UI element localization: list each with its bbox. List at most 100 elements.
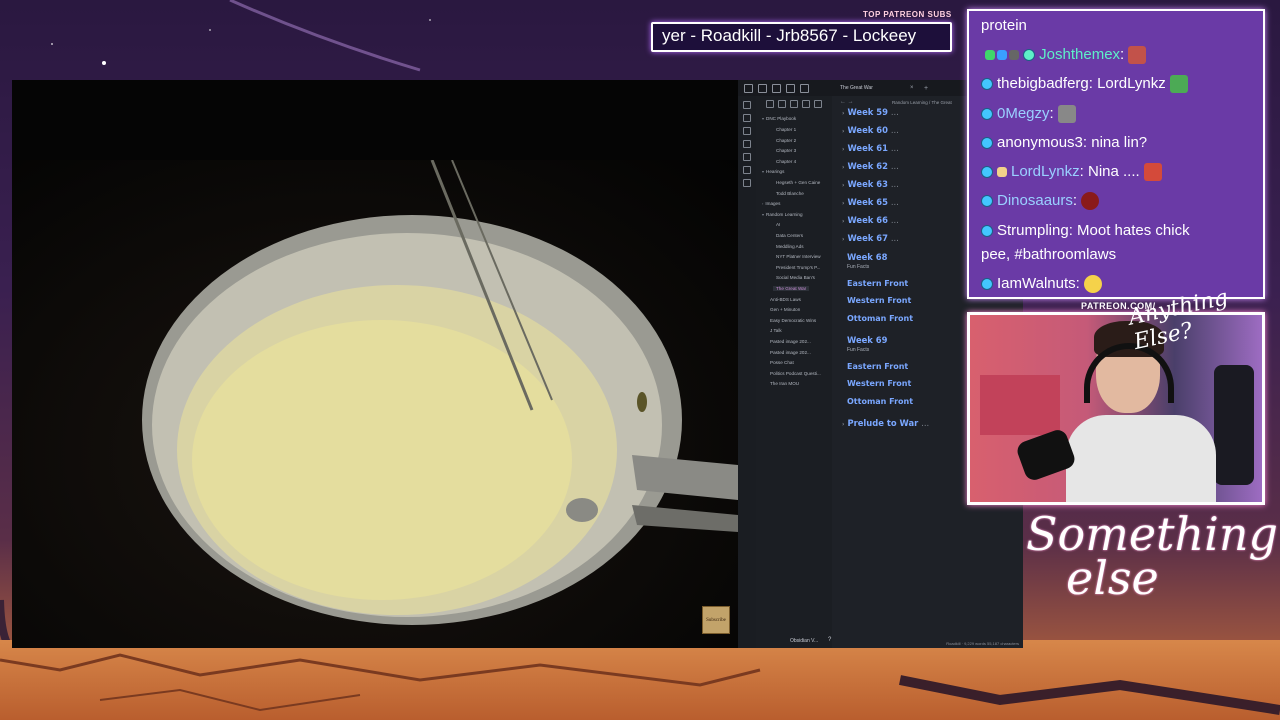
tree-item[interactable]: ▾ DNC Playbook — [762, 116, 796, 121]
chat-text: Moot hates chick — [1072, 222, 1190, 239]
help-icon[interactable]: ? — [828, 637, 831, 643]
tree-item[interactable]: The Iran MOU — [770, 381, 799, 386]
tree-label: DNC Playbook — [766, 116, 797, 121]
tree-item[interactable]: Chapter 3 — [776, 148, 796, 153]
badge-icon — [1009, 50, 1019, 61]
chat-text: pee, #bathroomlaws — [981, 246, 1117, 263]
chevron-right-icon: › — [762, 201, 764, 206]
open-quick-switcher-icon[interactable] — [743, 101, 751, 109]
tree-item[interactable]: Easy Democratic Wins — [770, 318, 816, 323]
tree-item[interactable]: ▾ Hearings — [762, 169, 784, 174]
heading-text: Week 63 — [847, 179, 888, 189]
chat-message: 0Megzy: — [981, 105, 1076, 124]
tree-item[interactable]: Chapter 4 — [776, 159, 796, 164]
badge-icon — [997, 167, 1007, 178]
collapsed-indicator: ... — [890, 107, 899, 117]
tree-label: Images — [765, 201, 781, 206]
chat-message: thebigbadferg: LordLynkz — [981, 75, 1188, 94]
heading-western-front[interactable]: Western Front — [847, 379, 911, 388]
chat-username[interactable]: IamWalnuts — [997, 275, 1076, 292]
tree-item[interactable]: President Trump's P... — [776, 265, 820, 270]
tree-item[interactable]: NYT Platner Interview — [776, 254, 821, 259]
chat-username[interactable]: LordLynkz — [1011, 163, 1080, 180]
video-frame — [12, 159, 738, 648]
chat-username[interactable]: Joshthemex — [1039, 46, 1120, 63]
tree-item-active[interactable]: The Great War — [773, 286, 810, 291]
templates-icon[interactable] — [743, 153, 751, 161]
new-tab-icon[interactable]: + — [924, 83, 928, 94]
file-explorer: ▾ DNC Playbook Chapter 1 Chapter 2 Chapte… — [756, 96, 843, 648]
close-icon[interactable]: × — [910, 83, 914, 94]
tree-item[interactable]: Meddling Ads — [776, 244, 804, 249]
tree-item[interactable]: Todd Blanche — [776, 191, 804, 196]
tree-item[interactable]: J Talk — [770, 328, 782, 333]
tab-the-great-war[interactable]: The Great War — [840, 83, 920, 94]
sidebar-toggle-icon[interactable] — [744, 84, 753, 93]
folder-icon[interactable] — [758, 84, 767, 93]
tree-item[interactable]: Politics Podcast Questi... — [770, 371, 821, 376]
heading-week-69[interactable]: Week 69 — [847, 335, 887, 345]
new-note-icon[interactable] — [766, 100, 774, 108]
chat-message: Joshthemex: — [981, 46, 1147, 65]
tree-item[interactable]: Pasted image 202... — [770, 339, 811, 344]
heading-eastern-front[interactable]: Eastern Front — [847, 362, 908, 371]
breadcrumb[interactable]: Random Learning / The Great — [892, 100, 952, 105]
heading-text: Week 60 — [847, 125, 888, 135]
file-icon[interactable] — [800, 84, 809, 93]
chat-panel: protein Joshthemex: thebigbadferg: LordL… — [967, 9, 1265, 299]
sort-icon[interactable] — [790, 100, 798, 108]
tree-item[interactable]: Gen + Minuton — [770, 307, 800, 312]
tree-item[interactable]: AI — [776, 222, 780, 227]
chat-username[interactable]: Strumpling — [997, 222, 1069, 239]
heading-ottoman-front[interactable]: Ottoman Front — [847, 397, 913, 406]
search-icon[interactable] — [772, 84, 781, 93]
heading-week-67[interactable]: › Week 67 ... — [842, 233, 899, 243]
command-icon[interactable] — [743, 166, 751, 174]
tree-item[interactable]: Pasted image 202... — [770, 350, 811, 355]
heading-week-65[interactable]: › Week 65 ... — [842, 197, 899, 207]
calendar-icon[interactable] — [743, 140, 751, 148]
heading-text: Week 66 — [847, 215, 888, 225]
publish-icon[interactable] — [743, 179, 751, 187]
heading-week-68[interactable]: Week 68 — [847, 252, 887, 262]
heading-ottoman-front[interactable]: Ottoman Front — [847, 314, 913, 323]
chat-message: protein — [981, 17, 1027, 34]
tree-item[interactable]: Chapter 2 — [776, 138, 796, 143]
bookmark-icon[interactable] — [786, 84, 795, 93]
tree-item[interactable]: Social Media Ban's — [776, 275, 815, 280]
close-icon[interactable] — [814, 100, 822, 108]
graph-icon[interactable] — [743, 114, 751, 122]
heading-eastern-front[interactable]: Eastern Front — [847, 279, 908, 288]
shelf-image — [980, 375, 1060, 435]
heading-text: Week 67 — [847, 233, 888, 243]
heading-week-66[interactable]: › Week 66 ... — [842, 215, 899, 225]
heading-week-63[interactable]: › Week 63 ... — [842, 179, 899, 189]
video-player[interactable]: Subscribe — [12, 80, 738, 648]
canvas-icon[interactable] — [743, 127, 751, 135]
tree-item[interactable]: Chapter 1 — [776, 127, 796, 132]
tree-item[interactable]: Hegseth + Gen Caine — [776, 180, 820, 185]
chat-username[interactable]: 0Megzy — [997, 105, 1050, 122]
webcam-feed — [967, 312, 1265, 505]
tree-item[interactable]: › Images — [762, 201, 780, 206]
heading-week-59[interactable]: › Week 59 ... — [842, 107, 899, 117]
heading-prelude-to-war[interactable]: › Prelude to War ... — [842, 418, 929, 428]
collapse-icon[interactable] — [802, 100, 810, 108]
badge-icon — [981, 137, 993, 150]
tree-item[interactable]: Anti-BDS Laws — [770, 297, 801, 302]
heading-week-60[interactable]: › Week 60 ... — [842, 125, 899, 135]
tree-item[interactable]: Posse Chat — [770, 360, 794, 365]
chat-username[interactable]: anonymous3 — [997, 134, 1083, 151]
heading-week-62[interactable]: › Week 62 ... — [842, 161, 899, 171]
tree-item[interactable]: ▾ Random Learning — [762, 212, 803, 217]
chat-username[interactable]: thebigbadferg — [997, 75, 1089, 92]
nav-arrows[interactable]: ← → — [840, 99, 854, 105]
chat-text: LordLynkz — [1092, 75, 1166, 92]
heading-week-61[interactable]: › Week 61 ... — [842, 143, 899, 153]
new-folder-icon[interactable] — [778, 100, 786, 108]
emote-icon — [1057, 105, 1076, 124]
tree-item[interactable]: Data Centers — [776, 233, 803, 238]
subscribe-badge[interactable]: Subscribe — [702, 606, 730, 634]
chat-username[interactable]: Dinosaaurs — [997, 192, 1073, 209]
heading-western-front[interactable]: Western Front — [847, 296, 911, 305]
